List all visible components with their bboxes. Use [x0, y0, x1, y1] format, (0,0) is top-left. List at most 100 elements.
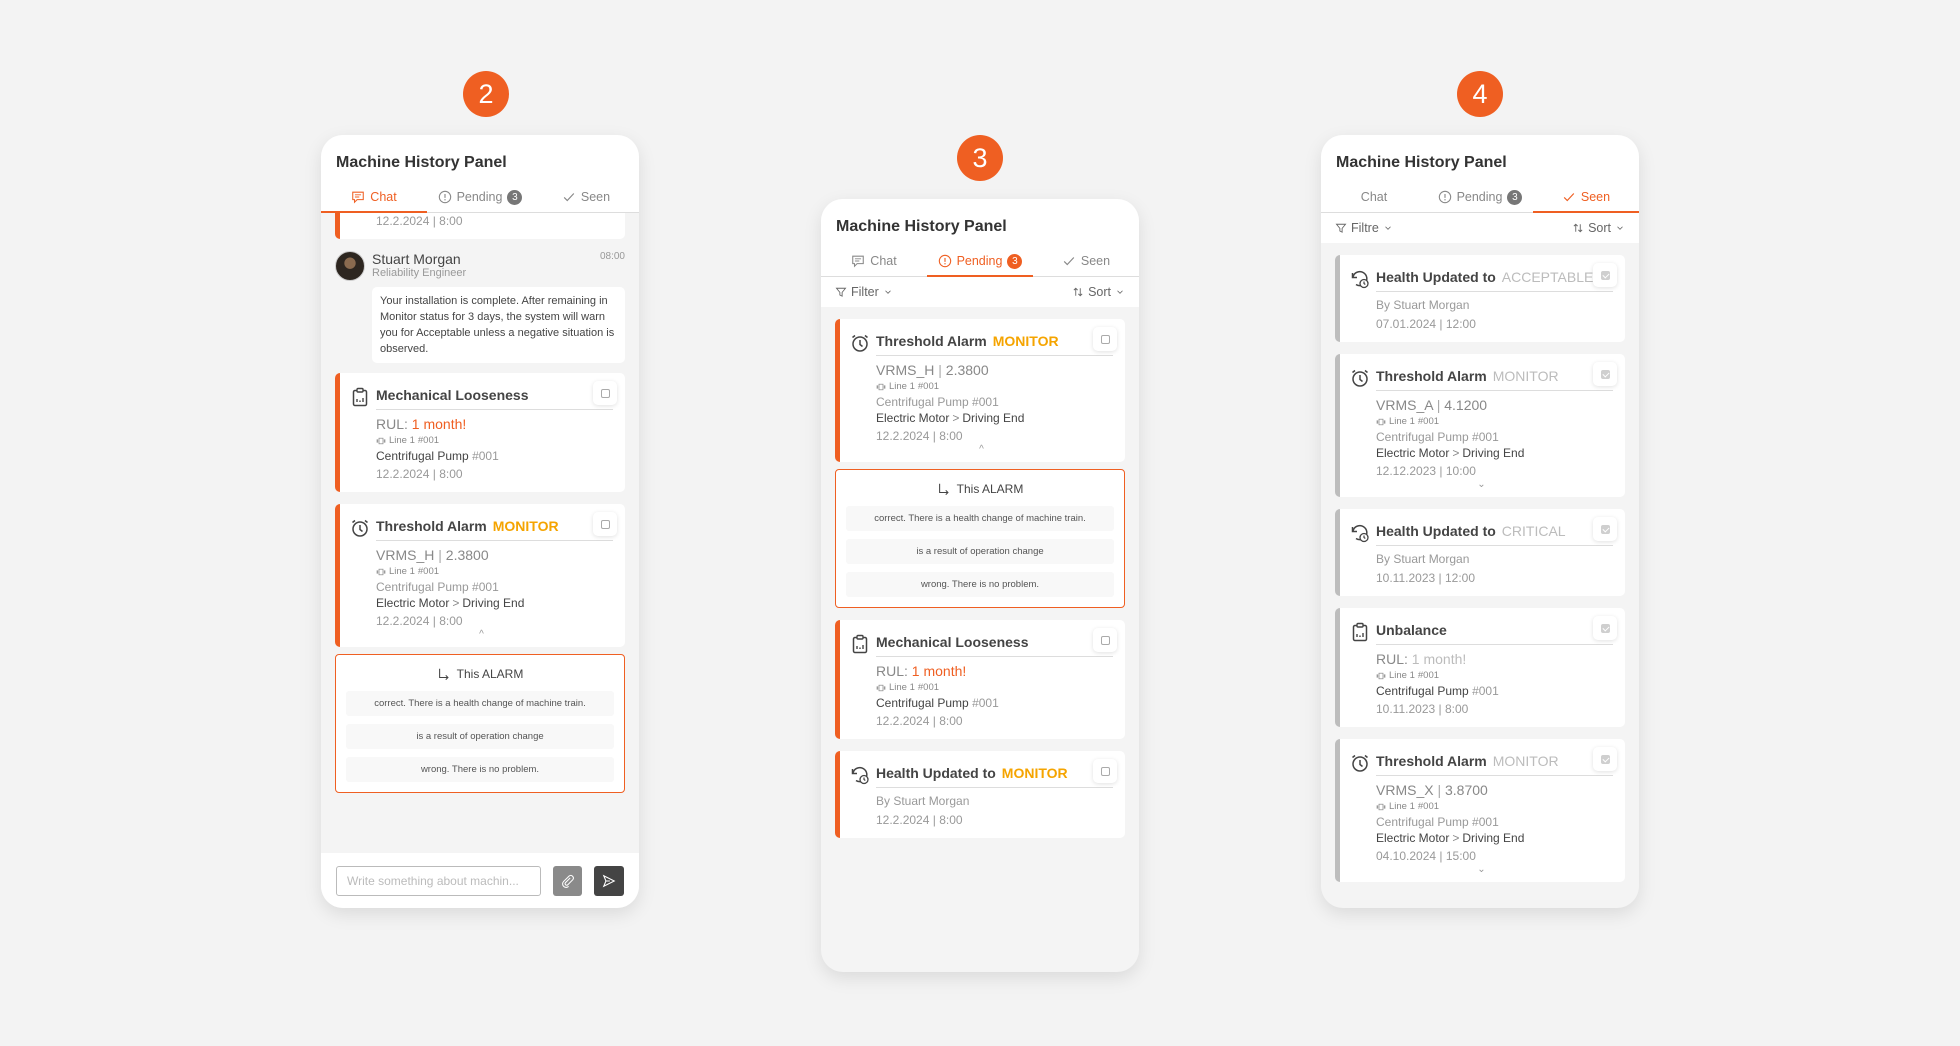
sort-label: Sort: [1588, 221, 1611, 235]
seen-checkbox[interactable]: [1593, 362, 1617, 386]
feedback-option-operation-change[interactable]: is a result of operation change: [346, 724, 614, 749]
mark-seen-checkbox[interactable]: [1093, 327, 1117, 351]
filter-icon: [835, 286, 847, 298]
feedback-option-wrong[interactable]: wrong. There is no problem.: [346, 757, 614, 782]
line-number: #001: [1417, 670, 1440, 681]
feedback-option-correct[interactable]: correct. There is a health change of mac…: [346, 691, 614, 716]
mark-seen-checkbox[interactable]: [1093, 628, 1117, 652]
card-title: Threshold Alarm: [376, 518, 487, 534]
machine-name: Centrifugal Pump #001: [1376, 430, 1499, 444]
event-card-health-updated[interactable]: Health Updated to CRITICAL By Stuart Morg…: [1335, 509, 1625, 596]
line-name: Line 1: [1389, 416, 1415, 427]
status-badge: MONITOR: [492, 518, 559, 534]
tab-pending[interactable]: Pending 3: [427, 183, 533, 213]
collapse-chevron-icon[interactable]: ^: [850, 445, 1113, 455]
event-card-threshold-alarm[interactable]: Threshold Alarm MONITOR VRMS_H | 2.3800 L…: [835, 319, 1125, 462]
event-card-threshold-alarm[interactable]: Threshold Alarm MONITOR VRMS_X | 3.8700 L…: [1335, 739, 1625, 882]
seen-checkbox[interactable]: [1593, 263, 1617, 287]
event-time: 8:00: [439, 467, 463, 481]
line-name: Line 1: [389, 435, 415, 446]
panel-header: Machine History Panel Chat Pending 3 See…: [321, 135, 639, 213]
line-number: #001: [1417, 801, 1440, 812]
tab-chat[interactable]: Chat: [821, 247, 927, 277]
alarm-clock-icon: [1350, 368, 1370, 388]
reply-arrow-icon: [937, 482, 951, 496]
event-card-threshold-alarm[interactable]: Threshold Alarm MONITOR VRMS_A | 4.1200 L…: [1335, 354, 1625, 497]
avatar: [335, 251, 365, 281]
component-name: Electric Motor: [1376, 831, 1450, 845]
alarm-clock-icon: [1350, 753, 1370, 773]
feedback-option-operation-change[interactable]: is a result of operation change: [846, 539, 1114, 564]
sort-icon: [1072, 286, 1084, 298]
health-history-icon: [1350, 523, 1370, 543]
mark-seen-checkbox[interactable]: [1093, 759, 1117, 783]
filter-dropdown[interactable]: Filtre: [1335, 221, 1393, 235]
clipboard-chart-icon: [850, 634, 870, 654]
sort-icon: [1572, 222, 1584, 234]
event-time: 12:00: [1445, 317, 1476, 331]
updated-by: By Stuart Morgan: [876, 794, 970, 808]
mark-seen-checkbox[interactable]: [593, 512, 617, 536]
tab-seen[interactable]: Seen: [1033, 247, 1139, 277]
part-name: Driving End: [462, 596, 525, 610]
list-toolbar: Filter Sort: [821, 277, 1139, 307]
feedback-title: This ALARM: [956, 482, 1024, 496]
feedback-option-correct[interactable]: correct. There is a health change of mac…: [846, 506, 1114, 531]
event-time: 10:00: [1445, 464, 1476, 478]
line-icon: [876, 383, 886, 391]
tab-seen[interactable]: Seen: [1533, 183, 1639, 213]
message-time: 08:00: [599, 251, 625, 262]
list-toolbar: Filtre Sort: [1321, 213, 1639, 243]
attach-button[interactable]: [552, 865, 583, 896]
filter-label: Filter: [851, 285, 879, 299]
tab-chat[interactable]: Chat: [321, 183, 427, 213]
updated-by: By Stuart Morgan: [1376, 552, 1470, 566]
panel-title: Machine History Panel: [1336, 154, 1507, 171]
sort-dropdown[interactable]: Sort: [1072, 285, 1125, 299]
mark-seen-checkbox[interactable]: [593, 381, 617, 405]
clipboard-chart-icon: [350, 387, 370, 407]
line-number: #001: [917, 682, 940, 693]
status-badge: MONITOR: [1492, 753, 1559, 769]
seen-checkbox[interactable]: [1593, 517, 1617, 541]
tab-seen-label: Seen: [1580, 190, 1611, 204]
card-title: Health Updated to: [876, 765, 996, 781]
message-input[interactable]: Write something about machin...: [336, 865, 541, 896]
seen-checkbox[interactable]: [1593, 747, 1617, 771]
tab-pending[interactable]: Pending 3: [927, 247, 1033, 277]
pending-list[interactable]: Threshold Alarm MONITOR VRMS_H | 2.3800 L…: [821, 307, 1139, 862]
status-badge: ACCEPTABLE: [1501, 269, 1594, 285]
feedback-option-wrong[interactable]: wrong. There is no problem.: [846, 572, 1114, 597]
alarm-clock-icon: [850, 333, 870, 353]
card-title: Health Updated to: [1376, 269, 1496, 285]
seen-list[interactable]: Health Updated to ACCEPTABLE By Stuart Mo…: [1321, 243, 1639, 906]
event-card-unbalance[interactable]: Unbalance RUL: 1 month! Line 1 #001 Cent…: [1335, 608, 1625, 727]
event-card-health-updated[interactable]: Health Updated to MONITOR By Stuart Morga…: [835, 751, 1125, 838]
sort-dropdown[interactable]: Sort: [1572, 221, 1625, 235]
step-badge-3: 3: [957, 135, 1003, 181]
machine-history-panel-chat: Machine History Panel Chat Pending 3 See…: [321, 135, 639, 908]
event-card-threshold-alarm[interactable]: Threshold Alarm MONITOR VRMS_H | 2.3800 L…: [335, 504, 625, 647]
chat-feed[interactable]: 12.2.2024 | 8:00 Stuart Morgan 08:00 Rel…: [321, 213, 639, 817]
filter-dropdown[interactable]: Filter: [835, 285, 893, 299]
check-icon: [1062, 254, 1076, 268]
panel-title: Machine History Panel: [336, 154, 507, 171]
seen-checkbox[interactable]: [1593, 616, 1617, 640]
machine-name: Centrifugal Pump: [876, 696, 969, 710]
expand-chevron-icon[interactable]: ⌄: [1350, 865, 1613, 875]
collapse-chevron-icon[interactable]: ^: [350, 630, 613, 640]
expand-chevron-icon[interactable]: ⌄: [1350, 480, 1613, 490]
tab-seen[interactable]: Seen: [533, 183, 639, 213]
line-number: #001: [417, 435, 440, 446]
tab-chat[interactable]: Chat: [1321, 183, 1427, 213]
alert-circle-icon: [1438, 190, 1452, 204]
event-card-mechanical-looseness[interactable]: Mechanical Looseness RUL: 1 month! Line …: [335, 373, 625, 492]
feedback-title: This ALARM: [456, 667, 524, 681]
tab-pending[interactable]: Pending 3: [1427, 183, 1533, 213]
alarm-feedback-box: This ALARM correct. There is a health ch…: [835, 469, 1125, 608]
send-button[interactable]: [594, 865, 624, 896]
event-card-mechanical-looseness[interactable]: Mechanical Looseness RUL: 1 month! Line …: [835, 620, 1125, 739]
event-card-health-updated[interactable]: Health Updated to ACCEPTABLE By Stuart Mo…: [1335, 255, 1625, 342]
event-time: 8:00: [939, 813, 963, 827]
metric-name: VRMS_X: [1376, 782, 1434, 798]
